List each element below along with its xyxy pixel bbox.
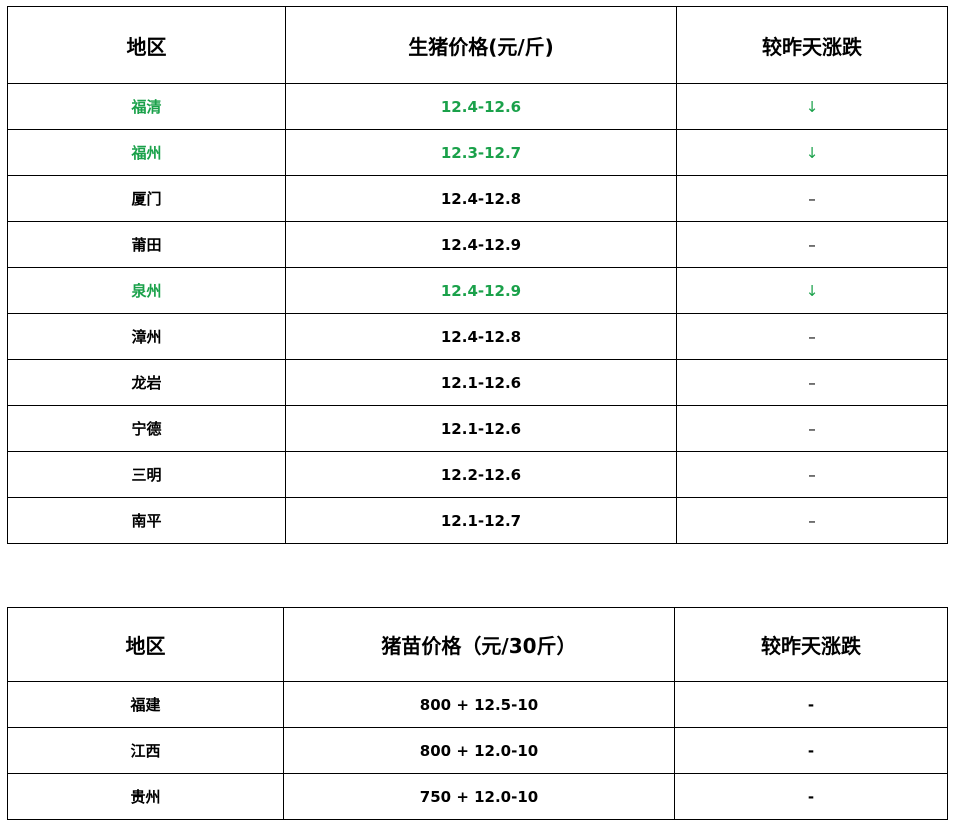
header-change: 较昨天涨跌 [674,607,948,682]
table-row: 厦门 12.4-12.8 – [7,175,948,222]
down-arrow-icon: ↓ [676,129,948,176]
change-cell: - [674,773,948,820]
price-cell: 12.1-12.6 [285,359,677,406]
price-cell: 12.4-12.8 [285,313,677,360]
price-cell: 12.4-12.6 [285,83,677,130]
price-cell: 12.1-12.6 [285,405,677,452]
hog-price-header-row: 地区 生猪价格(元/斤) 较昨天涨跌 [7,6,948,84]
price-cell: 750 + 12.0-10 [283,773,675,820]
price-cell: 12.3-12.7 [285,129,677,176]
piglet-price-header-row: 地区 猪苗价格（元/30斤） 较昨天涨跌 [7,607,948,682]
change-cell: - [674,681,948,728]
price-cell: 12.1-12.7 [285,497,677,544]
region-cell: 漳州 [7,313,286,360]
down-arrow-icon: ↓ [676,267,948,314]
table-row: 贵州 750 + 12.0-10 - [7,773,948,820]
region-cell: 福清 [7,83,286,130]
region-cell: 泉州 [7,267,286,314]
change-cell: – [676,221,948,268]
table-row: 泉州 12.4-12.9 ↓ [7,267,948,314]
price-cell: 800 + 12.5-10 [283,681,675,728]
hog-price-table: 地区 生猪价格(元/斤) 较昨天涨跌 福清 12.4-12.6 ↓ 福州 12.… [7,6,948,544]
price-cell: 800 + 12.0-10 [283,727,675,774]
header-region: 地区 [7,6,286,84]
down-arrow-icon: ↓ [676,83,948,130]
price-cell: 12.4-12.9 [285,267,677,314]
change-cell: – [676,405,948,452]
change-cell: – [676,313,948,360]
region-cell: 江西 [7,727,284,774]
price-cell: 12.2-12.6 [285,451,677,498]
table-row: 福建 800 + 12.5-10 - [7,681,948,728]
header-hog-price: 生猪价格(元/斤) [285,6,677,84]
table-row: 福清 12.4-12.6 ↓ [7,83,948,130]
region-cell: 三明 [7,451,286,498]
table-row: 南平 12.1-12.7 – [7,497,948,544]
price-cell: 12.4-12.9 [285,221,677,268]
table-row: 龙岩 12.1-12.6 – [7,359,948,406]
region-cell: 龙岩 [7,359,286,406]
change-cell: - [674,727,948,774]
region-cell: 莆田 [7,221,286,268]
table-row: 江西 800 + 12.0-10 - [7,727,948,774]
change-cell: – [676,175,948,222]
table-row: 宁德 12.1-12.6 – [7,405,948,452]
region-cell: 宁德 [7,405,286,452]
region-cell: 福州 [7,129,286,176]
change-cell: – [676,497,948,544]
change-cell: – [676,359,948,406]
header-piglet-price: 猪苗价格（元/30斤） [283,607,675,682]
region-cell: 厦门 [7,175,286,222]
table-row: 福州 12.3-12.7 ↓ [7,129,948,176]
table-row: 漳州 12.4-12.8 – [7,313,948,360]
region-cell: 福建 [7,681,284,728]
price-cell: 12.4-12.8 [285,175,677,222]
region-cell: 南平 [7,497,286,544]
header-change: 较昨天涨跌 [676,6,948,84]
piglet-price-table: 地区 猪苗价格（元/30斤） 较昨天涨跌 福建 800 + 12.5-10 - … [7,607,948,820]
change-cell: – [676,451,948,498]
region-cell: 贵州 [7,773,284,820]
table-row: 莆田 12.4-12.9 – [7,221,948,268]
header-region: 地区 [7,607,284,682]
table-row: 三明 12.2-12.6 – [7,451,948,498]
